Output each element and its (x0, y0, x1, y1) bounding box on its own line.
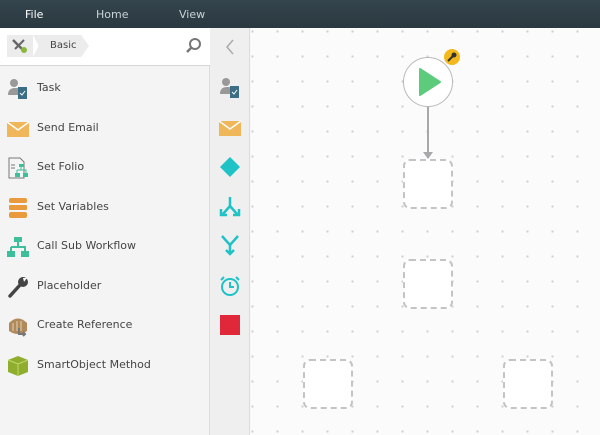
tab-home[interactable]: Home (96, 0, 128, 28)
decision-icon[interactable] (219, 156, 241, 178)
placeholder-slot[interactable] (303, 359, 353, 409)
placeholder-slot[interactable] (503, 359, 553, 409)
sub-workflow-icon (7, 236, 29, 258)
reference-icon (7, 315, 29, 337)
toolbox-item-label: Set Folio (37, 160, 85, 173)
email-icon[interactable] (218, 117, 242, 139)
split-icon[interactable] (219, 196, 241, 218)
task-icon[interactable] (219, 77, 241, 99)
toolbox-item-label: Set Variables (37, 199, 109, 213)
toolbox-item-label: Create Reference (37, 318, 133, 331)
stop-icon[interactable] (219, 314, 241, 336)
tab-view[interactable]: View (179, 0, 205, 28)
toolbox-item-send-email[interactable]: Send Email (0, 109, 209, 147)
tool-strip (210, 28, 250, 435)
timer-icon[interactable] (219, 275, 241, 297)
workflow-canvas[interactable] (251, 28, 600, 435)
email-icon (6, 118, 30, 140)
tools-icon[interactable] (7, 35, 33, 57)
collapse-chevron-icon[interactable] (219, 36, 241, 58)
wrench-icon (7, 276, 29, 298)
play-icon (419, 68, 441, 96)
breadcrumb: Basic (0, 28, 210, 66)
search-icon[interactable] (185, 37, 203, 55)
toolbox-item-label: Placeholder (37, 278, 102, 292)
toolbox-item-label: SmartObject Method (37, 357, 151, 371)
configure-badge-wrench-icon[interactable] (444, 49, 460, 65)
variables-icon (7, 197, 29, 219)
toolbox-item-call-sub-workflow[interactable]: Call Sub Workflow (0, 227, 209, 265)
toolbox-item-label: Send Email (37, 120, 99, 134)
toolbox-item-set-variables[interactable]: Set Variables (0, 188, 209, 226)
merge-icon[interactable] (219, 235, 241, 257)
toolbox-item-smartobject-method[interactable]: SmartObject Method (0, 346, 209, 384)
placeholder-slot[interactable] (403, 159, 453, 209)
toolbox-item-label: Task (37, 81, 61, 94)
toolbox-item-task[interactable]: Task (0, 69, 209, 107)
breadcrumb-basic[interactable]: Basic (33, 35, 89, 57)
toolbox-item-set-folio[interactable]: Set Folio (0, 148, 209, 186)
smartobject-icon (7, 355, 29, 377)
toolbox-item-label: Call Sub Workflow (37, 239, 136, 252)
tab-file[interactable]: File (25, 0, 43, 28)
toolbox-panel: Basic Task Send Email Set Folio Set Variabl… (0, 28, 210, 435)
placeholder-slot[interactable] (403, 259, 453, 309)
toolbox-item-placeholder[interactable]: Placeholder (0, 267, 209, 305)
folio-icon (7, 157, 29, 179)
toolbox-item-create-reference[interactable]: Create Reference (0, 306, 209, 344)
menu-bar: File Home View (0, 0, 600, 28)
task-icon (7, 78, 29, 100)
